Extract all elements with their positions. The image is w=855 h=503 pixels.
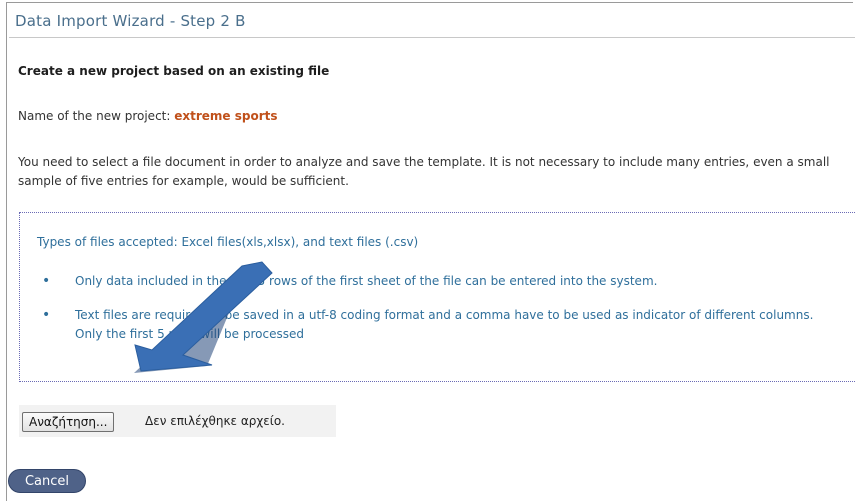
list-item-text: Text files are required to be saved in a… — [75, 308, 814, 341]
bullet-icon: • — [42, 273, 51, 289]
intro-text: You need to select a file document in or… — [18, 155, 830, 188]
project-name-line: Name of the new project: extreme sports — [18, 109, 278, 123]
accepted-file-types: Types of files accepted: Excel files(xls… — [37, 235, 419, 249]
file-requirements-box: Types of files accepted: Excel files(xls… — [19, 212, 855, 382]
page-title: Data Import Wizard - Step 2 B — [15, 12, 246, 30]
file-status: Δεν επιλέχθηκε αρχείο. — [145, 414, 285, 428]
cancel-button[interactable]: Cancel — [8, 469, 86, 493]
bullet-icon: • — [42, 307, 51, 323]
file-input[interactable]: Αναζήτηση... Δεν επιλέχθηκε αρχείο. — [19, 405, 336, 437]
project-name-label: Name of the new project: — [18, 109, 175, 123]
section-heading: Create a new project based on an existin… — [18, 64, 330, 78]
project-name-value: extreme sports — [174, 109, 278, 123]
title-divider — [9, 37, 855, 38]
browse-button[interactable]: Αναζήτηση... — [22, 412, 115, 432]
list-item-text: Only data included in the first 5 rows o… — [75, 274, 658, 288]
